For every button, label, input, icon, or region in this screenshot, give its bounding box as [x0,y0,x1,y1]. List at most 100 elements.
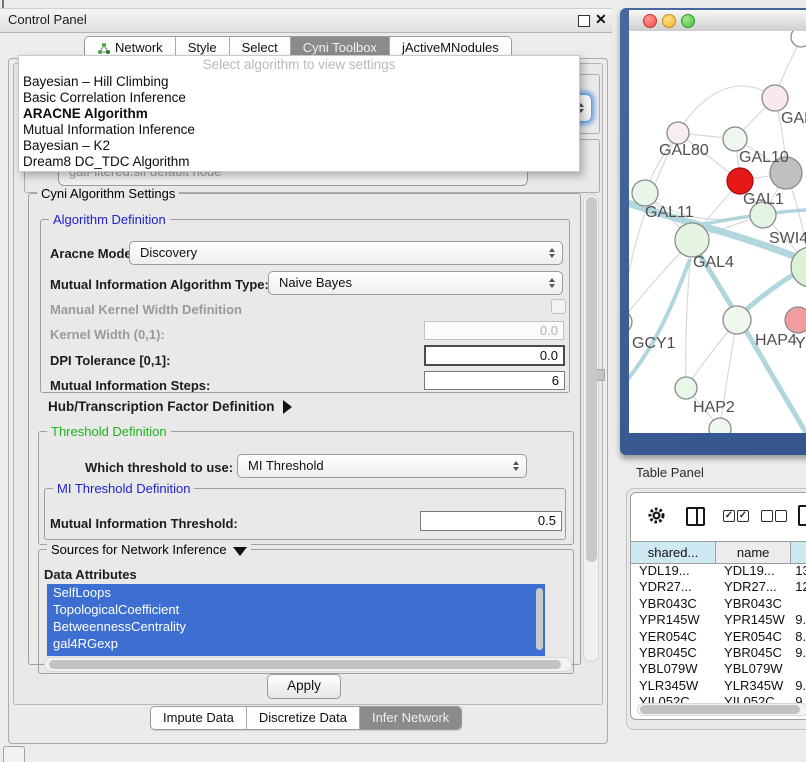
dropdown-item-bayesian-k2[interactable]: Bayesian – K2 [19,138,579,154]
which-threshold-combo[interactable]: MI Threshold [237,454,527,478]
node-gal-partial[interactable] [762,85,788,111]
cell: YBR045C [716,645,791,661]
mi-steps-field[interactable]: 6 [424,371,565,390]
dropdown-item-mutual-information[interactable]: Mutual Information Inference [19,122,579,138]
tab-discretize-data[interactable]: Discretize Data [247,707,360,729]
sources-group-title[interactable]: Sources for Network Inference [47,542,251,557]
expanded-arrow-icon [233,547,247,556]
close-icon[interactable]: ✕ [595,11,607,28]
mi-threshold-field[interactable]: 0.5 [420,511,562,531]
node-gcy1[interactable] [629,311,632,333]
control-panel-titlebar: Control Panel ✕ [0,8,612,33]
network-canvas[interactable]: GAL GAL80 GAL10 GAL1 GAL11 SWI4 GAL4 GCY… [629,31,806,433]
cell: 12 [791,579,806,595]
node-salmon[interactable] [785,307,806,333]
show-columns-icon[interactable] [686,507,705,526]
column-header-partial[interactable] [791,542,806,563]
hub-definition-toggle[interactable]: Hub/Transcription Factor Definition [48,399,292,414]
cell: YDR27... [716,579,791,595]
node-gal4[interactable] [675,223,709,257]
node-gal11[interactable] [632,180,658,206]
sources-title-text: Sources for Network Inference [51,542,227,557]
table-row[interactable]: YBR043CYBR043C [631,596,806,612]
column-header-name[interactable]: name [716,542,791,563]
select-all-checkbox-icon[interactable]: ✓ [723,510,735,522]
table-row[interactable]: YER054CYER054C8. [631,629,806,645]
minimize-traffic-light-icon[interactable] [662,14,676,28]
tab-infer-network[interactable]: Infer Network [360,707,461,729]
node-label: GCY1 [632,335,676,352]
cell: YBR043C [631,596,716,612]
column-header-shared-name[interactable]: shared... [631,542,716,563]
settings-vscrollbar-thumb[interactable] [586,197,597,562]
table-row[interactable]: YBR045CYBR045C9. [631,645,806,661]
combo-arrows-icon [513,461,519,471]
node-label: GAL1 [743,191,784,208]
node-partial-bottom[interactable] [709,418,731,433]
dropdown-item-bayesian-hill[interactable]: Bayesian – Hill Climbing [19,74,579,90]
node-label: GAL [781,110,806,127]
dpi-tolerance-field[interactable]: 0.0 [424,345,565,366]
aracne-mode-combo[interactable]: Discovery [129,241,563,265]
attribute-list-hscrollbar-thumb[interactable] [49,660,561,669]
list-item-selfloops[interactable]: SelfLoops [47,584,545,601]
apply-button[interactable]: Apply [267,674,341,699]
cell: 9. [791,678,806,694]
hub-definition-label: Hub/Transcription Factor Definition [48,399,275,414]
table-row[interactable]: YDR27...YDR27...12 [631,579,806,595]
table-row[interactable]: YBL079WYBL079W [631,661,806,677]
zoom-traffic-light-icon[interactable] [681,14,695,28]
threshold-definition-title: Threshold Definition [47,424,171,439]
list-item-gal4rgexp[interactable]: gal4RGexp [47,635,545,652]
export-table-icon[interactable] [798,505,806,526]
kernel-width-field[interactable]: 0.0 [424,321,564,340]
list-item-topologicalcoefficient[interactable]: TopologicalCoefficient [47,601,545,618]
dropdown-item-basic-correlation[interactable]: Basic Correlation Inference [19,90,579,106]
list-item-betweennesscentrality[interactable]: BetweennessCentrality [47,618,545,635]
data-attributes-label: Data Attributes [44,567,137,582]
attribute-list-vscrollbar[interactable] [536,588,543,650]
mi-type-combo[interactable]: Naive Bayes [268,271,563,295]
aracne-mode-value: Discovery [140,242,197,264]
data-attributes-list[interactable]: SelfLoops TopologicalCoefficient Between… [47,584,545,656]
deselect-all-checkbox-icon[interactable] [761,510,773,522]
table-body[interactable]: YDL19...YDL19...13 YDR27...YDR27...12 YB… [631,563,806,711]
combo-arrows-icon [549,248,555,258]
manual-kernel-checkbox[interactable] [551,299,566,314]
close-traffic-light-icon[interactable] [643,14,657,28]
table-row[interactable]: YDL19...YDL19...13 [631,563,806,579]
tab-impute-data[interactable]: Impute Data [151,707,247,729]
table-row[interactable]: YLR345WYLR345W9. [631,678,806,694]
node-gal10[interactable] [723,127,747,151]
cell: YBR045C [631,645,716,661]
dropdown-item-dream8[interactable]: Dream8 DC_TDC Algorithm [19,154,579,170]
deselect-all-checkbox-icon2[interactable] [775,510,787,522]
tab-discretize-data-label: Discretize Data [259,707,347,729]
dropdown-item-aracne[interactable]: ARACNE Algorithm [19,106,579,122]
node-hap2[interactable] [675,377,697,399]
cell: 8. [791,629,806,645]
network-window-titlebar[interactable] [629,10,806,32]
cell [791,661,806,677]
gear-icon[interactable] [647,506,666,525]
node-partial-top[interactable] [791,31,806,47]
splitpane-divider-handle[interactable] [596,369,605,381]
table-hscrollbar-thumb[interactable] [640,705,800,714]
combo-arrows-icon [549,278,555,288]
node-label: HAP4 [755,332,797,349]
float-icon[interactable] [578,15,590,27]
bottom-tabs: Impute Data Discretize Data Infer Networ… [150,706,462,730]
table-panel: ✓ ✓ shared... name YDL19...YDL19...13 YD… [630,492,806,720]
node-gal80[interactable] [667,122,689,144]
algorithm-definition-title: Algorithm Definition [49,212,170,227]
table-header-row: shared... name [631,541,806,564]
tab-impute-data-label: Impute Data [163,707,234,729]
cell: YPR145W [631,612,716,628]
node-hap4[interactable] [723,306,751,334]
cyni-algorithm-settings-title: Cyni Algorithm Settings [37,186,179,201]
cell: 9. [791,645,806,661]
select-all-checkbox-icon2[interactable]: ✓ [737,510,749,522]
table-row[interactable]: YPR145WYPR145W9. [631,612,806,628]
minimized-panel-button[interactable] [3,746,25,762]
network-graph: GAL GAL80 GAL10 GAL1 GAL11 SWI4 GAL4 GCY… [629,31,806,433]
